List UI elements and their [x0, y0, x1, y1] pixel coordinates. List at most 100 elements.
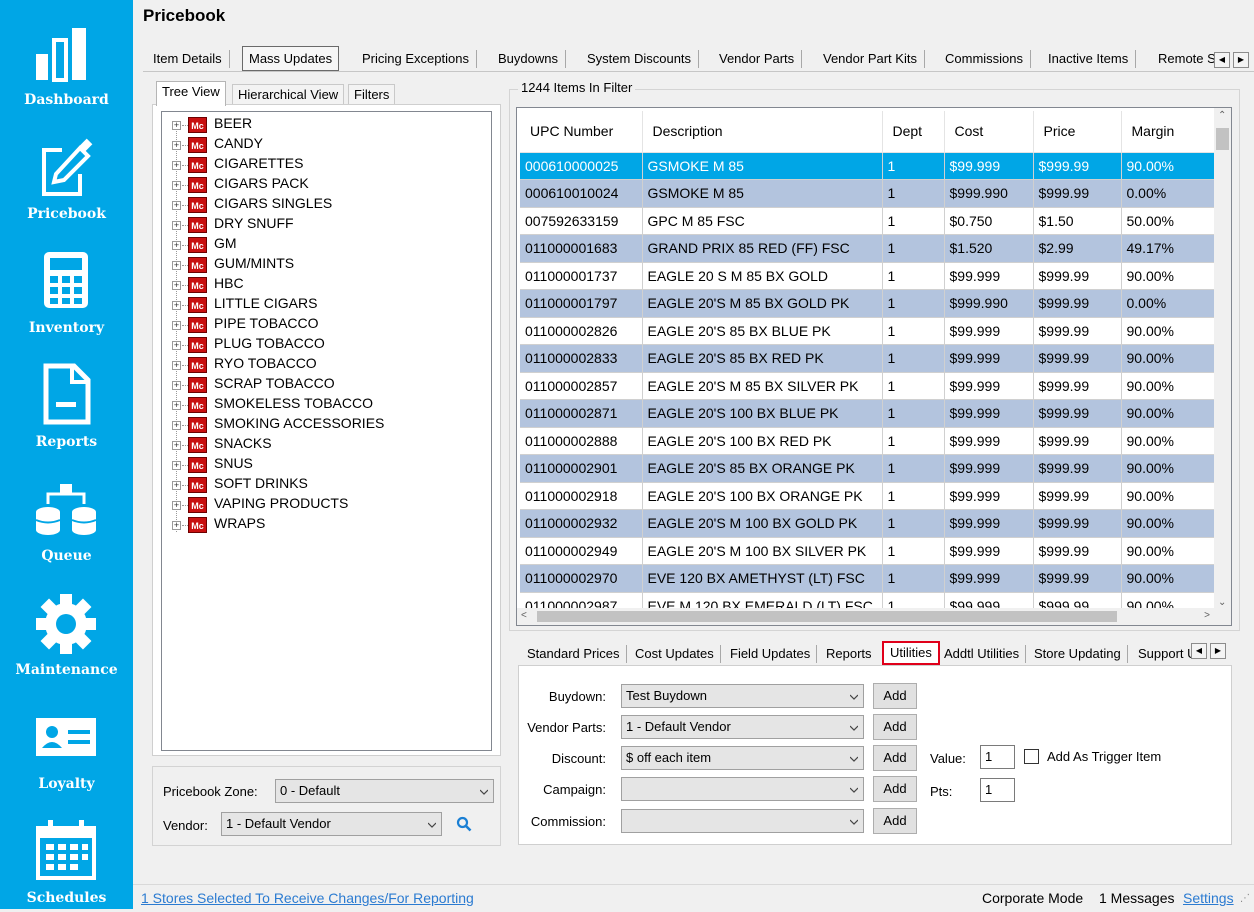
tab-pricing-exceptions[interactable]: Pricing Exceptions: [356, 48, 477, 70]
add-commission-button[interactable]: Add: [873, 808, 917, 834]
table-row[interactable]: 011000001683 GRAND PRIX 85 RED (FF) FSC 1 $…: [520, 234, 1217, 263]
tabs-scroll-left-icon[interactable]: ◀: [1214, 52, 1230, 68]
column-header[interactable]: Cost: [944, 111, 1034, 153]
tab-addtl-utilities[interactable]: Addtl Utilities: [938, 643, 1027, 665]
tab-commissions[interactable]: Commissions: [939, 48, 1032, 70]
add-discount-button[interactable]: Add: [873, 745, 917, 771]
trigger-item-checkbox[interactable]: [1024, 749, 1039, 764]
table-row[interactable]: 000610000025 GSMOKE M 85 1 $99.999 $999.99 90…: [520, 152, 1217, 180]
nav-dashboard[interactable]: Dashboard: [0, 0, 133, 114]
grid-horizontal-scroll-thumb[interactable]: [537, 611, 1117, 622]
tab-field-updates[interactable]: Field Updates: [724, 643, 818, 665]
table-row[interactable]: 011000002888 EAGLE 20'S 100 BX RED PK 1 $99…: [520, 427, 1217, 455]
expand-plus-icon[interactable]: +: [172, 301, 181, 310]
value-input[interactable]: 1: [980, 745, 1015, 769]
nav-pricebook[interactable]: Pricebook: [0, 114, 133, 228]
table-row[interactable]: 011000002970 EVE 120 BX AMETHYST (LT) FSC…: [520, 564, 1217, 593]
commission-select[interactable]: [621, 809, 864, 833]
nav-schedules[interactable]: Schedules: [0, 798, 133, 912]
table-row[interactable]: 011000002901 EAGLE 20'S 85 BX ORANGE PK 1 $…: [520, 454, 1217, 483]
tab-utilities[interactable]: Utilities: [882, 641, 940, 665]
tab-hierarchical-view[interactable]: Hierarchical View: [232, 84, 345, 105]
scroll-right-icon[interactable]: >: [1204, 610, 1210, 621]
nav-maintenance[interactable]: Maintenance: [0, 570, 133, 684]
messages-count[interactable]: 1 Messages: [1099, 890, 1174, 906]
expand-plus-icon[interactable]: +: [172, 521, 181, 530]
grid-vertical-scroll-thumb[interactable]: [1216, 128, 1229, 150]
nav-queue[interactable]: Queue: [0, 456, 133, 570]
expand-plus-icon[interactable]: +: [172, 221, 181, 230]
pricebook-zone-select[interactable]: 0 - Default: [275, 779, 494, 803]
items-grid[interactable]: UPC Number Description Dept Cost Price Margin…: [516, 107, 1232, 626]
scroll-down-icon[interactable]: ⌄: [1218, 597, 1226, 608]
column-header[interactable]: Price: [1033, 111, 1122, 153]
vendor-parts-select[interactable]: 1 - Default Vendor: [621, 715, 864, 739]
nav-inventory[interactable]: Inventory: [0, 228, 133, 342]
campaign-select[interactable]: [621, 777, 864, 801]
tab-vendor-parts[interactable]: Vendor Parts: [713, 48, 803, 70]
tab-buydowns[interactable]: Buydowns: [492, 48, 566, 70]
table-row[interactable]: 011000002949 EAGLE 20'S M 100 BX SILVER P…: [520, 537, 1217, 565]
grid-vertical-scrollbar[interactable]: ⌃ ⌄: [1214, 108, 1231, 610]
table-row[interactable]: 011000002826 EAGLE 20'S 85 BX BLUE PK 1 $99…: [520, 317, 1217, 345]
pts-input[interactable]: 1: [980, 778, 1015, 802]
table-row[interactable]: 007592633159 GPC M 85 FSC 1 $0.750 $1.50 50.0…: [520, 207, 1217, 235]
expand-plus-icon[interactable]: +: [172, 401, 181, 410]
nav-loyalty[interactable]: Loyalty: [0, 684, 133, 798]
table-row[interactable]: 011000002932 EAGLE 20'S M 100 BX GOLD PK 1…: [520, 509, 1217, 538]
nav-reports[interactable]: Reports: [0, 342, 133, 456]
discount-select[interactable]: $ off each item: [621, 746, 864, 770]
bottom-tabs-scroll-left-icon[interactable]: ◀: [1191, 643, 1207, 659]
table-row[interactable]: 011000002918 EAGLE 20'S 100 BX ORANGE PK 1…: [520, 482, 1217, 510]
tab-cost-updates[interactable]: Cost Updates: [629, 643, 721, 665]
expand-plus-icon[interactable]: +: [172, 501, 181, 510]
scroll-up-icon[interactable]: ⌃: [1218, 110, 1226, 121]
table-row[interactable]: 011000001737 EAGLE 20 S M 85 BX GOLD 1 $99.…: [520, 262, 1217, 290]
expand-plus-icon[interactable]: +: [172, 161, 181, 170]
tab-remote[interactable]: Remote S: [1152, 48, 1214, 70]
expand-plus-icon[interactable]: +: [172, 141, 181, 150]
table-row[interactable]: 011000002871 EAGLE 20'S 100 BX BLUE PK 1 $9…: [520, 399, 1217, 428]
bottom-tabs-scroll-right-icon[interactable]: ▶: [1210, 643, 1226, 659]
expand-plus-icon[interactable]: +: [172, 421, 181, 430]
add-buydown-button[interactable]: Add: [873, 683, 917, 709]
tab-support[interactable]: Support U: [1132, 643, 1200, 665]
expand-plus-icon[interactable]: +: [172, 461, 181, 470]
table-row[interactable]: 011000002833 EAGLE 20'S 85 BX RED PK 1 $99.…: [520, 344, 1217, 373]
expand-plus-icon[interactable]: +: [172, 201, 181, 210]
expand-plus-icon[interactable]: +: [172, 241, 181, 250]
expand-plus-icon[interactable]: +: [172, 281, 181, 290]
buydown-select[interactable]: Test Buydown: [621, 684, 864, 708]
expand-plus-icon[interactable]: +: [172, 181, 181, 190]
table-row[interactable]: 011000001797 EAGLE 20'S M 85 BX GOLD PK 1 $…: [520, 289, 1217, 318]
expand-plus-icon[interactable]: +: [172, 441, 181, 450]
tab-mass-updates[interactable]: Mass Updates: [242, 46, 340, 71]
tab-vendor-part-kits[interactable]: Vendor Part Kits: [817, 48, 925, 70]
column-header[interactable]: Margin: [1121, 111, 1217, 153]
expand-plus-icon[interactable]: +: [172, 341, 181, 350]
expand-plus-icon[interactable]: +: [172, 361, 181, 370]
stores-selected-link[interactable]: 1 Stores Selected To Receive Changes/For…: [141, 890, 474, 906]
tab-system-discounts[interactable]: System Discounts: [581, 48, 700, 70]
column-header[interactable]: UPC Number: [520, 111, 643, 153]
tab-item-details[interactable]: Item Details: [147, 48, 230, 70]
tab-inactive-items[interactable]: Inactive Items: [1042, 48, 1137, 70]
tab-store-updating[interactable]: Store Updating: [1028, 643, 1128, 665]
add-vendor-parts-button[interactable]: Add: [873, 714, 917, 740]
column-header[interactable]: Dept: [882, 111, 945, 153]
expand-plus-icon[interactable]: +: [172, 261, 181, 270]
tabs-scroll-right-icon[interactable]: ▶: [1233, 52, 1249, 68]
tab-standard-prices[interactable]: Standard Prices: [521, 643, 626, 665]
resize-grip-icon[interactable]: ⋰: [1240, 893, 1250, 904]
table-row[interactable]: 000610010024 GSMOKE M 85 1 $999.990 $999.99 0…: [520, 179, 1217, 208]
scroll-left-icon[interactable]: <: [521, 610, 527, 621]
tab-filters[interactable]: Filters: [348, 84, 396, 105]
tab-tree-view[interactable]: Tree View: [156, 81, 226, 106]
add-campaign-button[interactable]: Add: [873, 776, 917, 802]
vendor-select[interactable]: 1 - Default Vendor: [221, 812, 442, 836]
expand-plus-icon[interactable]: +: [172, 381, 181, 390]
settings-link[interactable]: Settings: [1183, 890, 1234, 906]
category-tree[interactable]: + Mc BEER + Mc CANDY + Mc CIGARETTES + Mc CIGARS PA…: [161, 111, 492, 751]
column-header[interactable]: Description: [642, 111, 883, 153]
search-icon[interactable]: [456, 816, 472, 832]
